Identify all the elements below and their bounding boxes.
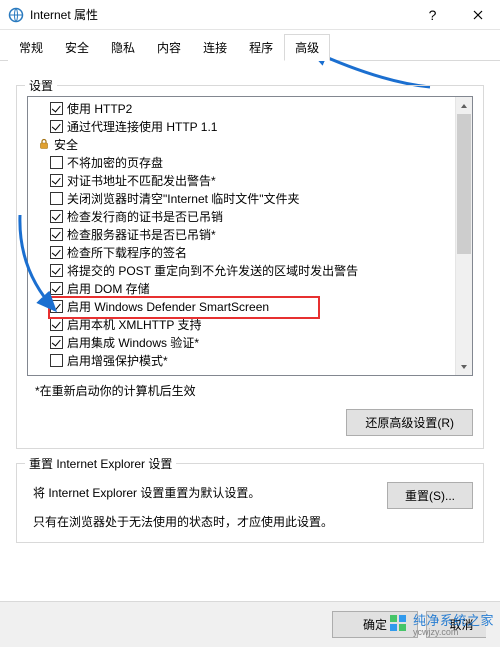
tree-item-label: 使用 HTTP2 xyxy=(67,100,132,117)
tree-item[interactable]: 检查发行商的证书是否已吊销 xyxy=(30,207,470,225)
tree-item[interactable]: 使用 HTTP2 xyxy=(30,99,470,117)
tab-安全[interactable]: 安全 xyxy=(54,34,100,61)
tree-item-label: 启用本机 XMLHTTP 支持 xyxy=(67,316,201,333)
scrollbar[interactable] xyxy=(455,97,472,375)
checkbox[interactable] xyxy=(50,354,63,367)
checkbox[interactable] xyxy=(50,336,63,349)
tree-item[interactable]: 通过代理连接使用 HTTP 1.1 xyxy=(30,117,470,135)
tree-item-label: 对证书地址不匹配发出警告* xyxy=(67,172,216,189)
reset-description-2: 只有在浏览器处于无法使用的状态时，才应使用此设置。 xyxy=(33,513,387,530)
tree-item-label: 将提交的 POST 重定向到不允许发送的区域时发出警告 xyxy=(67,262,358,279)
checkbox[interactable] xyxy=(50,300,63,313)
tree-item[interactable]: 检查所下载程序的签名 xyxy=(30,243,470,261)
tree-item-label: 启用 Windows Defender SmartScreen xyxy=(67,298,269,315)
tab-strip: 常规安全隐私内容连接程序高级 xyxy=(0,30,500,61)
tree-item-label: 关闭浏览器时清空"Internet 临时文件"文件夹 xyxy=(67,190,300,207)
tree-item[interactable]: 启用增强保护模式* xyxy=(30,351,470,369)
internet-options-icon xyxy=(8,7,24,23)
tree-item[interactable]: 将提交的 POST 重定向到不允许发送的区域时发出警告 xyxy=(30,261,470,279)
reset-group-label: 重置 Internet Explorer 设置 xyxy=(25,455,176,472)
tree-item[interactable]: 检查服务器证书是否已吊销* xyxy=(30,225,470,243)
tree-item[interactable]: 关闭浏览器时清空"Internet 临时文件"文件夹 xyxy=(30,189,470,207)
dialog-button-bar: 确定 取消 xyxy=(0,601,500,647)
checkbox[interactable] xyxy=(50,210,63,223)
tree-item[interactable]: 启用 Windows Defender SmartScreen xyxy=(30,297,470,315)
tab-常规[interactable]: 常规 xyxy=(8,34,54,61)
restart-note: *在重新启动你的计算机后生效 xyxy=(35,382,473,399)
checkbox[interactable] xyxy=(50,264,63,277)
checkbox[interactable] xyxy=(50,120,63,133)
settings-tree[interactable]: 使用 HTTP2通过代理连接使用 HTTP 1.1安全不将加密的页存盘对证书地址… xyxy=(27,96,473,376)
tree-item-label: 检查发行商的证书是否已吊销 xyxy=(67,208,223,225)
window-title: Internet 属性 xyxy=(30,6,410,23)
tree-item[interactable]: 不将加密的页存盘 xyxy=(30,153,470,171)
tree-item-label: 安全 xyxy=(54,136,78,153)
tab-高级[interactable]: 高级 xyxy=(284,34,330,61)
ok-button[interactable]: 确定 xyxy=(332,611,418,638)
settings-group: 设置 使用 HTTP2通过代理连接使用 HTTP 1.1安全不将加密的页存盘对证… xyxy=(16,85,484,449)
scroll-down-button[interactable] xyxy=(456,358,472,375)
tree-item[interactable]: 启用 DOM 存储 xyxy=(30,279,470,297)
reset-description-1: 将 Internet Explorer 设置重置为默认设置。 xyxy=(33,484,387,501)
scroll-thumb[interactable] xyxy=(457,114,471,254)
checkbox[interactable] xyxy=(50,228,63,241)
tree-item[interactable]: 启用本机 XMLHTTP 支持 xyxy=(30,315,470,333)
lock-icon xyxy=(38,138,50,150)
tree-item[interactable]: 启用集成 Windows 验证* xyxy=(30,333,470,351)
reset-group: 重置 Internet Explorer 设置 将 Internet Explo… xyxy=(16,463,484,543)
help-button[interactable]: ? xyxy=(410,0,455,30)
checkbox[interactable] xyxy=(50,282,63,295)
close-button[interactable] xyxy=(455,0,500,30)
checkbox[interactable] xyxy=(50,318,63,331)
tab-内容[interactable]: 内容 xyxy=(146,34,192,61)
cancel-button[interactable]: 取消 xyxy=(426,611,486,638)
tab-程序[interactable]: 程序 xyxy=(238,34,284,61)
settings-group-label: 设置 xyxy=(25,77,57,94)
tree-item-label: 检查所下载程序的签名 xyxy=(67,244,187,261)
tree-item-label: 启用集成 Windows 验证* xyxy=(67,334,199,351)
checkbox[interactable] xyxy=(50,246,63,259)
scroll-up-button[interactable] xyxy=(456,97,472,114)
checkbox[interactable] xyxy=(50,156,63,169)
tree-item-label: 启用 DOM 存储 xyxy=(67,280,150,297)
tab-隐私[interactable]: 隐私 xyxy=(100,34,146,61)
tree-item-label: 不将加密的页存盘 xyxy=(67,154,163,171)
tree-item-label: 启用增强保护模式* xyxy=(67,352,168,369)
tree-item-label: 通过代理连接使用 HTTP 1.1 xyxy=(67,118,217,135)
checkbox[interactable] xyxy=(50,102,63,115)
restore-defaults-button[interactable]: 还原高级设置(R) xyxy=(346,409,473,436)
reset-button[interactable]: 重置(S)... xyxy=(387,482,473,509)
tree-item[interactable]: 对证书地址不匹配发出警告* xyxy=(30,171,470,189)
checkbox[interactable] xyxy=(50,174,63,187)
tree-item-label: 检查服务器证书是否已吊销* xyxy=(67,226,216,243)
checkbox[interactable] xyxy=(50,192,63,205)
tab-连接[interactable]: 连接 xyxy=(192,34,238,61)
tree-section: 安全 xyxy=(30,135,470,153)
